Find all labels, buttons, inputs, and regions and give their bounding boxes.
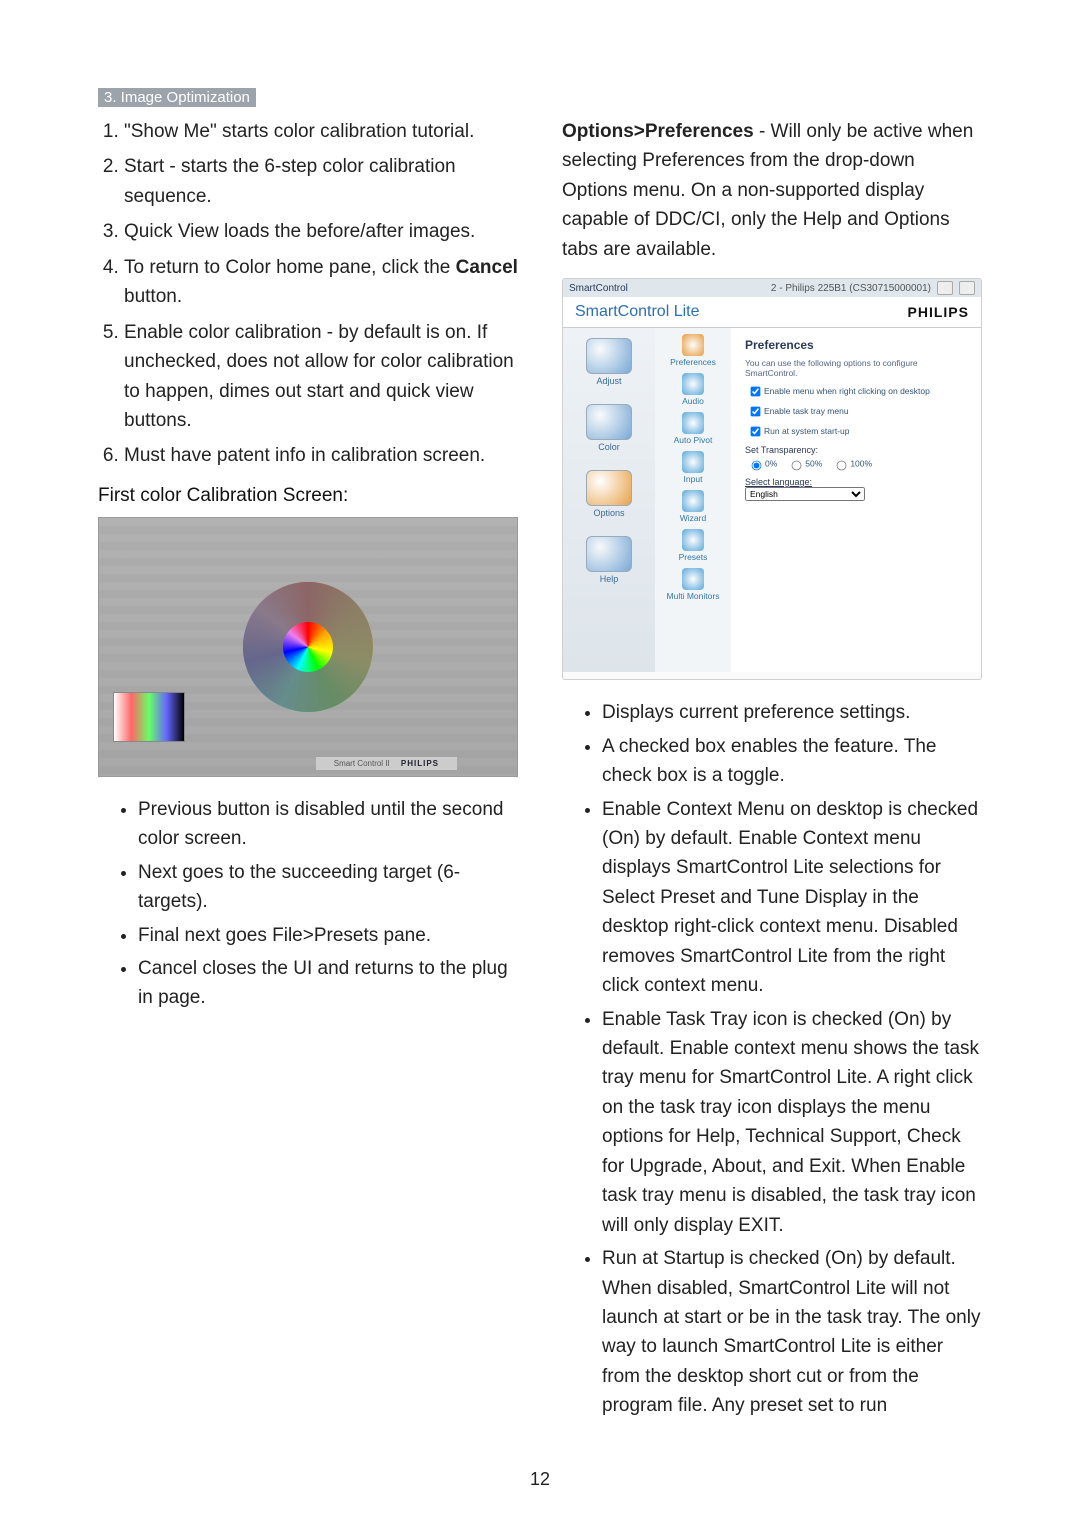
step-item: Must have patent info in calibration scr… bbox=[124, 441, 518, 470]
bullet-item: Next goes to the succeeding target (6-ta… bbox=[138, 858, 518, 917]
footer-text: Smart Control II bbox=[334, 759, 390, 768]
bullet-item: Displays current preference settings. bbox=[602, 698, 982, 727]
subheading: First color Calibration Screen: bbox=[98, 485, 518, 507]
panel-title: Preferences bbox=[745, 338, 967, 352]
subtab-icon bbox=[682, 490, 704, 512]
transparency-radio[interactable] bbox=[837, 460, 847, 470]
main-tab-options[interactable]: Options bbox=[579, 470, 639, 518]
tab-icon bbox=[586, 536, 632, 572]
calibration-screenshot: Smart Control II PHILIPS bbox=[98, 517, 518, 777]
subtab-icon bbox=[682, 334, 704, 356]
preferences-panel: Preferences You can use the following op… bbox=[731, 328, 981, 672]
bullet-item: Enable Context Menu on desktop is checke… bbox=[602, 795, 982, 1001]
options-preferences-intro: Options>Preferences - Will only be activ… bbox=[562, 117, 982, 264]
document-page: 3. Image Optimization "Show Me" starts c… bbox=[0, 0, 1080, 1526]
language-label: Select language: bbox=[745, 477, 967, 487]
tab-icon bbox=[586, 470, 632, 506]
pref-checkbox[interactable] bbox=[751, 386, 761, 396]
color-gradient-swatch bbox=[113, 692, 185, 742]
pref-checkbox[interactable] bbox=[751, 406, 761, 416]
pref-checkbox-row[interactable]: Enable task tray menu bbox=[745, 402, 967, 421]
titlebar-monitor-info: 2 - Philips 225B1 (CS30715000001) bbox=[771, 283, 931, 294]
step-item: Enable color calibration - by default is… bbox=[124, 318, 518, 436]
subtab-wizard[interactable]: Wizard bbox=[680, 490, 706, 523]
bullet-item: A checked box enables the feature. The c… bbox=[602, 732, 982, 791]
calibration-footer: Smart Control II PHILIPS bbox=[316, 757, 457, 770]
bullet-item: Final next goes File>Presets pane. bbox=[138, 921, 518, 950]
left-bullet-list: Previous button is disabled until the se… bbox=[98, 795, 518, 1013]
bullet-item: Previous button is disabled until the se… bbox=[138, 795, 518, 854]
steps-list: "Show Me" starts color calibration tutor… bbox=[98, 117, 518, 471]
step-item: Start - starts the 6-step color calibrat… bbox=[124, 152, 518, 211]
titlebar-app-name: SmartControl bbox=[569, 283, 628, 294]
subtab-preferences[interactable]: Preferences bbox=[670, 334, 716, 367]
main-tab-help[interactable]: Help bbox=[579, 536, 639, 584]
transparency-option[interactable]: 50% bbox=[785, 456, 822, 472]
preferences-screenshot: SmartControl 2 - Philips 225B1 (CS307150… bbox=[562, 278, 982, 680]
tab-icon bbox=[586, 404, 632, 440]
brand-logo-text: PHILIPS bbox=[908, 304, 969, 320]
titlebar-right: 2 - Philips 225B1 (CS30715000001) bbox=[771, 281, 975, 295]
bullet-item: Run at Startup is checked (On) by defaul… bbox=[602, 1244, 982, 1421]
right-column: Options>Preferences - Will only be activ… bbox=[562, 117, 982, 1431]
help-window-button[interactable] bbox=[937, 281, 953, 295]
step-item: To return to Color home pane, click the … bbox=[124, 253, 518, 312]
transparency-option[interactable]: 0% bbox=[745, 456, 777, 472]
main-tabs: Adjust Color Options Help bbox=[563, 328, 655, 672]
language-select[interactable]: English bbox=[745, 487, 865, 501]
subtab-icon bbox=[682, 568, 704, 590]
subtab-audio[interactable]: Audio bbox=[682, 373, 704, 406]
transparency-section: Set Transparency: 0% 50% 100% bbox=[745, 445, 967, 473]
bullet-item: Cancel closes the UI and returns to the … bbox=[138, 954, 518, 1013]
brand-text: PHILIPS bbox=[401, 759, 439, 768]
panel-description: You can use the following options to con… bbox=[745, 358, 967, 378]
window-titlebar: SmartControl 2 - Philips 225B1 (CS307150… bbox=[563, 279, 981, 297]
section-header: 3. Image Optimization bbox=[98, 88, 256, 107]
subtab-auto-pivot[interactable]: Auto Pivot bbox=[674, 412, 713, 445]
transparency-radio[interactable] bbox=[752, 460, 762, 470]
options-subtabs: Preferences Audio Auto Pivot Input Wizard Pre… bbox=[655, 328, 731, 672]
transparency-label: Set Transparency: bbox=[745, 445, 818, 455]
subtab-input[interactable]: Input bbox=[682, 451, 704, 484]
app-header: SmartControl Lite PHILIPS bbox=[563, 297, 981, 328]
right-bullet-list: Displays current preference settings. A c… bbox=[562, 698, 982, 1421]
pref-checkbox-row[interactable]: Run at system start-up bbox=[745, 422, 967, 441]
left-column: "Show Me" starts color calibration tutor… bbox=[98, 117, 518, 1431]
subtab-presets[interactable]: Presets bbox=[679, 529, 708, 562]
close-window-button[interactable] bbox=[959, 281, 975, 295]
step-item: "Show Me" starts color calibration tutor… bbox=[124, 117, 518, 146]
subtab-icon bbox=[682, 373, 704, 395]
pref-checkbox-row[interactable]: Enable menu when right clicking on deskt… bbox=[745, 382, 967, 401]
transparency-radio[interactable] bbox=[792, 460, 802, 470]
subtab-icon bbox=[682, 529, 704, 551]
tab-icon bbox=[586, 338, 632, 374]
bullet-item: Enable Task Tray icon is checked (On) by… bbox=[602, 1005, 982, 1241]
color-wheel-icon bbox=[243, 582, 373, 712]
subtab-icon bbox=[682, 412, 704, 434]
subtab-icon bbox=[682, 451, 704, 473]
step-item: Quick View loads the before/after images… bbox=[124, 217, 518, 246]
subtab-multi-monitors[interactable]: Multi Monitors bbox=[667, 568, 720, 601]
app-title: SmartControl Lite bbox=[575, 303, 700, 321]
transparency-option[interactable]: 100% bbox=[830, 456, 872, 472]
page-number: 12 bbox=[0, 1469, 1080, 1490]
main-tab-adjust[interactable]: Adjust bbox=[579, 338, 639, 386]
preferences-body: Adjust Color Options Help Preferences Audio A… bbox=[563, 328, 981, 672]
main-tab-color[interactable]: Color bbox=[579, 404, 639, 452]
two-column-layout: "Show Me" starts color calibration tutor… bbox=[98, 117, 982, 1431]
pref-checkbox[interactable] bbox=[751, 426, 761, 436]
